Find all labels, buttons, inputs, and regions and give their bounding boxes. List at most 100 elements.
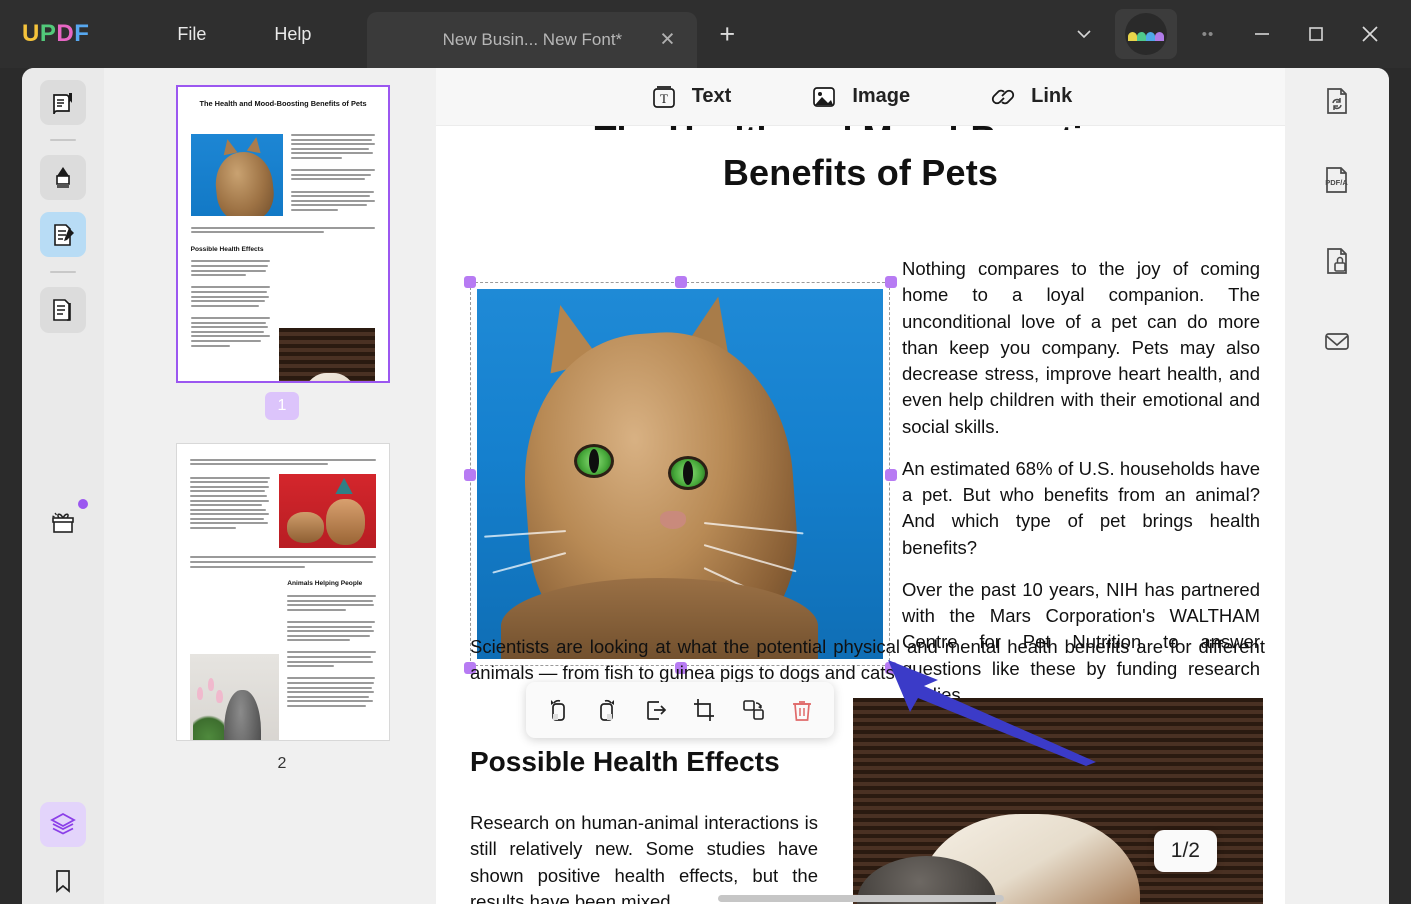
full-width-paragraph: Scientists are looking at what the poten… [470, 636, 1265, 684]
resize-handle-top-left[interactable] [464, 276, 476, 288]
pdfa-icon: PDF/A [1325, 167, 1348, 193]
user-avatar[interactable] [1115, 9, 1177, 59]
logo-letter-d: D [56, 20, 75, 47]
svg-text:PDF/A: PDF/A [1325, 178, 1348, 187]
replace-icon [743, 700, 764, 720]
thumb1-heading: Possible Health Effects [190, 245, 264, 253]
sidebar-item-layers[interactable] [40, 801, 86, 847]
rotate-left-button[interactable] [538, 690, 578, 730]
minimize-button[interactable] [1235, 0, 1289, 68]
document-tab[interactable]: New Busin... New Font* ✕ [367, 12, 698, 68]
sidebar-item-reader[interactable] [40, 80, 86, 126]
section-paragraph: Research on human-animal interactions is… [470, 812, 818, 904]
export-icon [646, 701, 666, 720]
left-toolbar [22, 68, 104, 904]
document-title-clipped: The Health and Mood-Boosting [436, 126, 1285, 130]
rotate-left-icon [551, 699, 566, 721]
logo-letter-u: U [22, 20, 40, 47]
page-indicator: 1/2 [1153, 830, 1217, 872]
add-link-tool[interactable]: Link [980, 77, 1080, 117]
document-viewer: T Text Image Link The He [436, 68, 1285, 904]
thumb1-title: The Health and Mood-Boosting Benefits of… [199, 98, 367, 108]
sidebar-item-bookmarks[interactable] [40, 859, 86, 904]
convert-pdf-button[interactable] [1314, 78, 1360, 124]
close-button[interactable] [1343, 0, 1397, 68]
resize-handle-middle-right[interactable] [885, 469, 897, 481]
gift-badge-dot [78, 498, 88, 509]
chevron-down-icon[interactable] [1057, 0, 1111, 68]
delete-image-button[interactable] [782, 690, 822, 730]
add-link-label: Link [1031, 85, 1073, 107]
highlighter-icon [56, 166, 70, 188]
tab-title: New Busin... New Font* [442, 30, 623, 49]
layers-icon [50, 813, 76, 835]
paragraph-2: An estimated 68% of U.S. households have… [902, 457, 1260, 558]
share-email-button[interactable] [1314, 318, 1360, 364]
page-number-badge-2: 2 [277, 755, 287, 772]
bookmark-icon [56, 870, 70, 894]
text-box-icon: T [652, 85, 675, 108]
window-controls: •• [1057, 0, 1411, 68]
extract-image-button[interactable] [636, 690, 676, 730]
svg-text:T: T [660, 91, 668, 106]
rail-divider-2 [50, 271, 76, 274]
thumbnail-page-1[interactable]: The Health and Mood-Boosting Benefits of… [176, 85, 390, 383]
crop-icon [694, 699, 715, 721]
page-number-badge-1: 1 [265, 392, 299, 420]
resize-handle-top-center[interactable] [675, 276, 687, 288]
new-tab-button[interactable]: + [719, 20, 735, 48]
edit-document-icon [54, 224, 74, 246]
add-text-label: Text [691, 85, 732, 107]
tab-close-icon[interactable]: ✕ [660, 31, 676, 50]
link-icon [992, 89, 1015, 104]
menu-file[interactable]: File [165, 18, 218, 51]
sidebar-item-gift[interactable] [40, 498, 88, 546]
more-options-icon[interactable]: •• [1181, 0, 1235, 68]
cat-photo[interactable] [477, 289, 883, 659]
edit-tools-toolbar: T Text Image Link [436, 68, 1285, 126]
maximize-button[interactable] [1289, 0, 1343, 68]
workspace: The Health and Mood-Boosting Benefits of… [0, 68, 1411, 904]
logo-letter-f: F [74, 20, 90, 47]
section-heading: Possible Health Effects [470, 746, 780, 777]
lock-document-icon [1327, 248, 1347, 274]
crop-image-button[interactable] [684, 690, 724, 730]
rotate-right-button[interactable] [587, 690, 627, 730]
title-bar: U P D F File Help New Busin... New Font*… [0, 0, 1411, 68]
replace-image-button[interactable] [733, 690, 773, 730]
resize-handle-top-right[interactable] [885, 276, 897, 288]
envelope-icon [1325, 333, 1349, 350]
image-context-toolbar[interactable] [526, 682, 834, 738]
add-image-label: Image [852, 85, 911, 107]
resize-handle-middle-left[interactable] [464, 469, 476, 481]
horizontal-scrollbar[interactable] [717, 895, 1004, 902]
pages-icon [53, 299, 71, 321]
add-text-tool[interactable]: T Text [641, 77, 740, 117]
trash-icon [792, 701, 811, 721]
thumbnail-page-2[interactable]: Animals Helping People [176, 443, 390, 741]
sidebar-item-annotate[interactable] [40, 155, 86, 201]
rail-divider-1 [50, 139, 76, 142]
sidebar-item-organize-pages[interactable] [40, 287, 86, 333]
pdf-page[interactable]: The Health and Mood-Boosting Benefits of… [436, 126, 1285, 904]
gift-icon [52, 512, 74, 533]
document-title: Benefits of Pets [722, 152, 999, 193]
rotate-right-icon [600, 699, 614, 721]
avatar-icon [1125, 13, 1167, 55]
paragraph-1: Nothing compares to the joy of coming ho… [902, 258, 1260, 437]
selected-image-frame[interactable] [464, 276, 897, 674]
book-icon [53, 92, 72, 114]
logo-letter-p: P [39, 20, 57, 47]
thumbnail-panel[interactable]: The Health and Mood-Boosting Benefits of… [104, 68, 436, 904]
convert-icon [1327, 88, 1347, 114]
sidebar-item-edit-pdf[interactable] [40, 212, 86, 258]
add-image-tool[interactable]: Image [801, 77, 918, 117]
thumb2-heading: Animals Helping People [287, 580, 363, 588]
updf-logo: U P D F [22, 20, 89, 48]
dog-photo[interactable] [853, 698, 1263, 904]
image-icon [813, 86, 836, 107]
pdfa-button[interactable]: PDF/A [1314, 158, 1360, 204]
protect-pdf-button[interactable] [1314, 238, 1360, 284]
menu-help[interactable]: Help [262, 18, 323, 51]
app-body: The Health and Mood-Boosting Benefits of… [22, 68, 1389, 904]
